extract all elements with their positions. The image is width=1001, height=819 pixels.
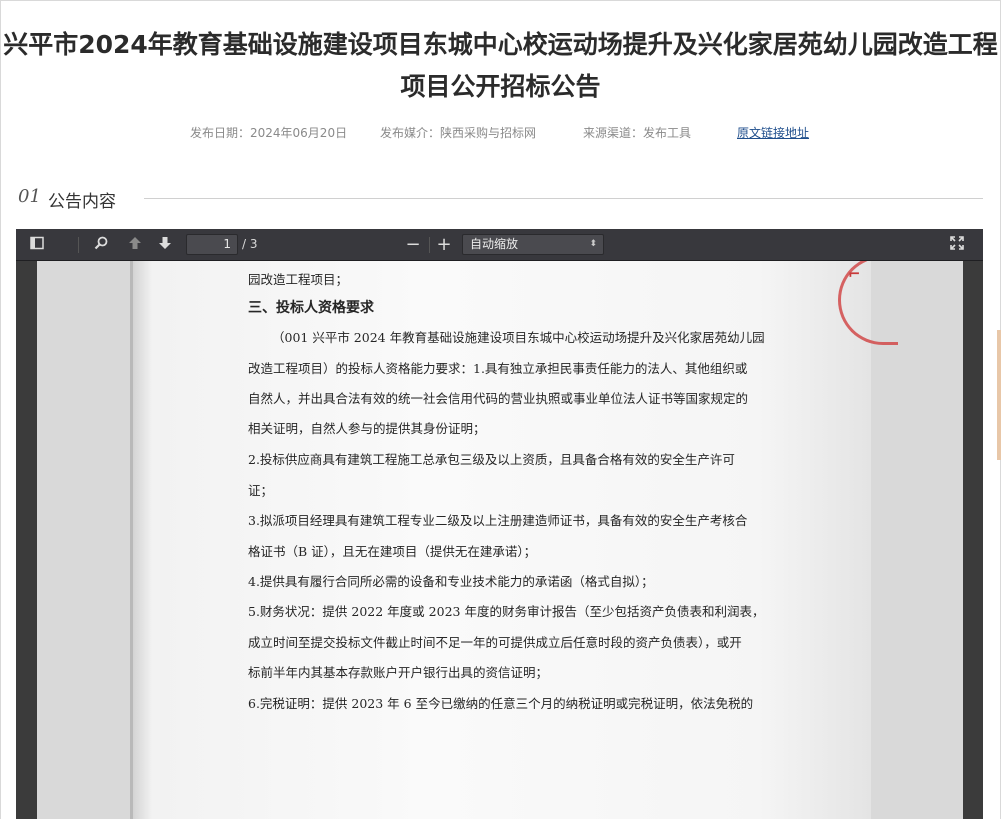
search-icon[interactable] — [90, 234, 112, 256]
toolbar-separator — [78, 237, 79, 253]
publish-date: 发布日期：2024年06月20日 — [190, 126, 348, 140]
title-line-1: 兴平市2024年教育基础设施建设项目东城中心校运动场提升及兴化家居苑幼儿园改造工… — [3, 30, 998, 59]
meta-bar: 发布日期：2024年06月20日 发布媒介：陕西采购与招标网 来源渠道：发布工具… — [0, 124, 1001, 142]
doc-line: 标前半年内其基本存款账户开户银行出具的资信证明； — [248, 665, 549, 680]
doc-line: （001 兴平市 2024 年教育基础设施建设项目东城中心校运动场提升及兴化家居… — [272, 330, 765, 345]
section-header: 01 公告内容 — [18, 186, 983, 212]
doc-heading: 三、投标人资格要求 — [248, 300, 374, 316]
original-link[interactable]: 原文链接地址 — [737, 124, 809, 141]
doc-line: 4.提供具有履行合同所必需的设备和专业技术能力的承诺函（格式自拟）； — [248, 574, 654, 589]
sidebar-toggle-icon[interactable] — [26, 234, 48, 256]
next-page-icon[interactable] — [154, 234, 176, 256]
doc-line: 成立时间至提交投标文件截止时间不足一年的可提供成立后任意时段的资产负债表），或开 — [248, 635, 742, 650]
doc-line: 格证书（B 证），且无在建项目（提供无在建承诺）； — [248, 544, 537, 559]
zoom-out-icon[interactable]: − — [402, 234, 424, 256]
title-line-2: 项目公开招标公告 — [400, 72, 601, 101]
doc-line: 6.完税证明：提供 2023 年 6 至今已缴纳的任意三个月的纳税证明或完税证明… — [248, 696, 754, 711]
doc-line: 改造工程项目）的投标人资格能力要求：1.具有独立承担民事责任能力的法人、其他组织… — [248, 361, 748, 376]
announcement-title: 兴平市2024年教育基础设施建设项目东城中心校运动场提升及兴化家居苑幼儿园改造工… — [0, 24, 1001, 108]
stamp-mark: ⌐ — [848, 265, 861, 283]
doc-line: 自然人，并出具合法有效的统一社会信用代码的营业执照或事业单位法人证书等国家规定的 — [248, 391, 749, 406]
section-divider — [144, 198, 983, 199]
chevron-updown-icon: ⬍ — [589, 239, 597, 249]
zoom-in-icon[interactable]: + — [433, 234, 455, 256]
zoom-select[interactable]: 自动缩放 ⬍ — [462, 234, 604, 255]
toolbar-separator — [429, 237, 430, 253]
presentation-mode-icon[interactable] — [946, 234, 968, 256]
doc-line: 5.财务状况：提供 2022 年度或 2023 年度的财务审计报告（至少包括资产… — [248, 604, 765, 619]
publish-media: 发布媒介：陕西采购与招标网 — [380, 126, 537, 140]
previous-page-icon[interactable] — [124, 234, 146, 256]
pdf-page: ⌐ 园改造工程项目； 三、投标人资格要求 （001 兴平市 2024 年教育基础… — [37, 261, 963, 819]
scan-edge — [130, 261, 133, 819]
section-title: 公告内容 — [48, 192, 116, 212]
zoom-value: 自动缩放 — [470, 237, 519, 251]
doc-line: 3.拟派项目经理具有建筑工程专业二级及以上注册建造师证书，具备有效的安全生产考核… — [248, 513, 748, 528]
doc-line: 相关证明，自然人参与的提供其身份证明； — [248, 421, 486, 436]
page-number-input[interactable]: 1 — [186, 234, 238, 255]
section-number: 01 — [18, 186, 41, 207]
pdf-viewer: 1 / 3 − + 自动缩放 ⬍ ⌐ 园改造工程项目； 三、投标人资格要求 （0… — [16, 229, 983, 819]
red-seal-stamp — [838, 261, 898, 345]
doc-line: 园改造工程项目； — [248, 272, 349, 287]
side-edge-tab — [997, 330, 1001, 460]
source-channel: 来源渠道：发布工具 — [583, 126, 692, 140]
page-count: / 3 — [242, 237, 258, 251]
scanned-page: ⌐ 园改造工程项目； 三、投标人资格要求 （001 兴平市 2024 年教育基础… — [130, 261, 898, 819]
doc-line: 证； — [248, 483, 274, 498]
pdf-toolbar: 1 / 3 − + 自动缩放 ⬍ — [16, 229, 983, 261]
doc-line: 2.投标供应商具有建筑工程施工总承包三级及以上资质，且具备合格有效的安全生产许可 — [248, 452, 735, 467]
